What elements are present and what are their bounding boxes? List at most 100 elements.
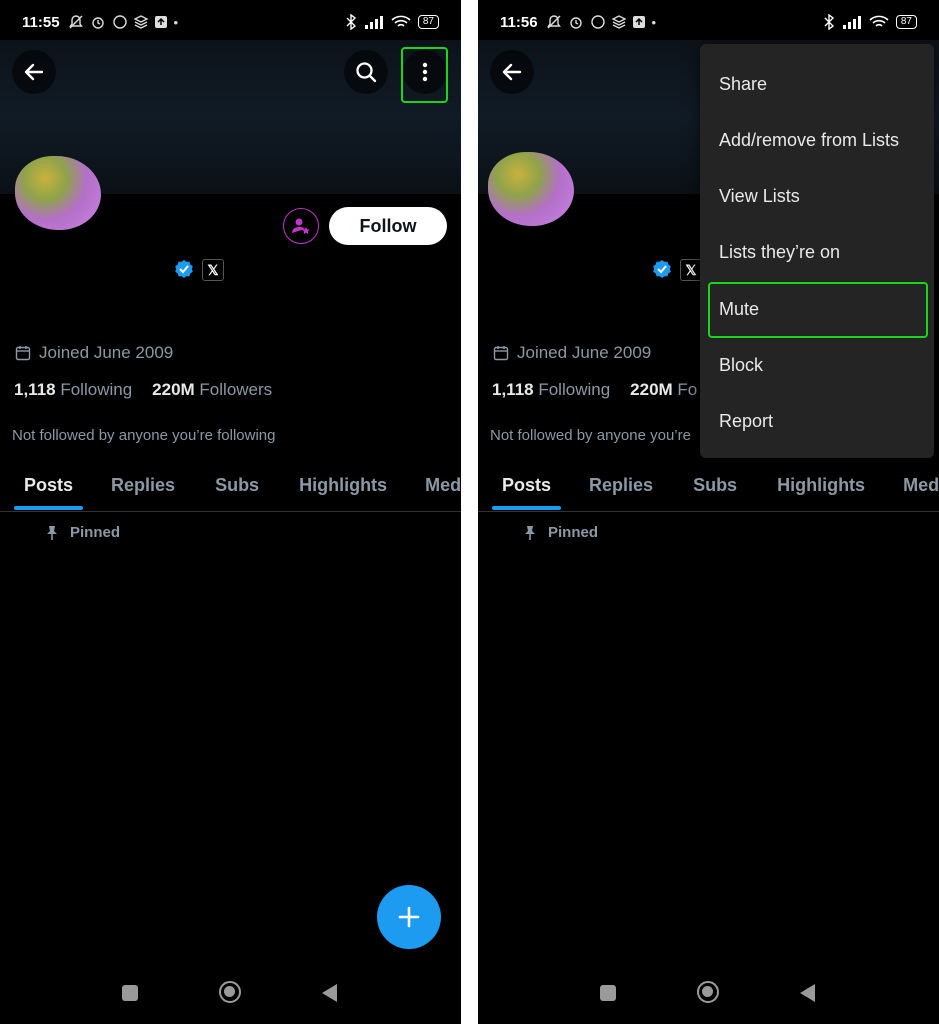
- tab-label: Highlights: [299, 475, 388, 495]
- following-label: Following: [538, 380, 611, 399]
- tab-label: Media: [903, 475, 939, 495]
- subscribe-user-star-icon: [292, 218, 310, 235]
- pinned-text: Pinned: [70, 524, 121, 541]
- tab-subs[interactable]: Subs: [693, 464, 737, 510]
- follow-button[interactable]: Follow: [329, 207, 447, 245]
- followers-label: Fo: [677, 380, 698, 399]
- nav-recents-icon[interactable]: [600, 985, 616, 1001]
- follow-stats: 1,118 Following 220M Fo: [492, 380, 697, 400]
- avatar[interactable]: [488, 152, 574, 226]
- affiliate-x-badge[interactable]: 𝕏: [680, 259, 702, 281]
- tab-media[interactable]: Media: [903, 464, 939, 510]
- not-followed-text: Not followed by anyone you’re following: [12, 427, 276, 444]
- upload-icon: [632, 16, 645, 28]
- nav-recents-icon[interactable]: [122, 985, 138, 1001]
- following-link[interactable]: 1,118 Following: [492, 380, 610, 400]
- back-arrow-icon: [24, 63, 44, 81]
- pinned-label: Pinned: [46, 524, 120, 541]
- tab-label: Replies: [111, 475, 176, 495]
- pinned-text: Pinned: [548, 524, 599, 541]
- back-button[interactable]: [490, 50, 534, 94]
- tab-subs[interactable]: Subs: [215, 464, 259, 510]
- whatsapp-icon: [590, 15, 605, 29]
- status-bar: 11:55 • 87: [0, 0, 461, 44]
- dot-icon: •: [651, 14, 657, 30]
- whatsapp-icon: [112, 15, 127, 29]
- tab-media[interactable]: Media: [425, 464, 461, 510]
- not-followed-text: Not followed by anyone you’re: [490, 427, 691, 444]
- android-nav-bar: [0, 978, 461, 1008]
- tab-replies[interactable]: Replies: [111, 464, 175, 510]
- wifi-icon: [869, 15, 889, 27]
- android-nav-bar: [478, 978, 939, 1008]
- tab-label: Highlights: [777, 475, 866, 495]
- dot-icon: •: [173, 14, 179, 30]
- battery-indicator: 87: [417, 15, 439, 29]
- calendar-icon: [15, 346, 31, 361]
- overflow-menu: Share Add/remove from Lists View Lists L…: [700, 44, 934, 458]
- tab-posts[interactable]: Posts: [492, 464, 562, 510]
- verified-badge-icon: [175, 260, 193, 278]
- menu-item-view-lists[interactable]: View Lists: [719, 186, 800, 207]
- avatar[interactable]: [15, 156, 101, 230]
- plus-icon: [398, 906, 420, 928]
- layers-icon: [611, 15, 626, 29]
- menu-item-mute[interactable]: Mute: [719, 299, 759, 320]
- following-link[interactable]: 1,118 Following: [14, 380, 132, 400]
- search-button[interactable]: [344, 50, 388, 94]
- menu-item-add-remove-lists[interactable]: Add/remove from Lists: [719, 130, 899, 151]
- following-label: Following: [60, 380, 133, 399]
- nav-back-icon[interactable]: [800, 984, 815, 1002]
- tabs-divider: [0, 511, 461, 512]
- tab-highlights[interactable]: Highlights: [299, 464, 387, 510]
- joined-date: Joined June 2009: [15, 343, 173, 363]
- following-count: 1,118: [14, 380, 56, 399]
- battery-indicator: 87: [895, 15, 917, 29]
- menu-item-report[interactable]: Report: [719, 411, 773, 432]
- tab-highlights[interactable]: Highlights: [777, 464, 865, 510]
- nav-back-icon[interactable]: [322, 984, 337, 1002]
- tab-label: Subs: [693, 475, 738, 495]
- status-system-icons: 87: [823, 14, 917, 30]
- following-count: 1,118: [492, 380, 534, 399]
- tab-label: Posts: [24, 475, 74, 495]
- left-screen: 11:55 • 87 Follow 𝕏 Joined June 2009 1,1…: [0, 0, 461, 1024]
- pin-icon: [525, 525, 535, 540]
- menu-item-share[interactable]: Share: [719, 74, 767, 95]
- search-icon: [356, 62, 377, 83]
- affiliate-x-badge[interactable]: 𝕏: [202, 259, 224, 281]
- more-options-button[interactable]: [403, 50, 447, 94]
- profile-tabs: Posts Replies Subs Highlights Media: [0, 464, 461, 512]
- bluetooth-icon: [824, 14, 834, 30]
- follow-stats: 1,118 Following 220M Followers: [14, 380, 272, 400]
- followers-label: Followers: [199, 380, 273, 399]
- followers-link[interactable]: 220M Followers: [152, 380, 272, 400]
- status-notification-icons: •: [68, 14, 179, 30]
- layers-icon: [133, 15, 148, 29]
- upload-icon: [154, 16, 167, 28]
- alarm-icon: [91, 17, 104, 29]
- active-tab-indicator: [14, 506, 84, 510]
- menu-item-lists-theyre-on[interactable]: Lists they’re on: [719, 242, 840, 263]
- subscribe-button[interactable]: [283, 208, 319, 244]
- tab-posts[interactable]: Posts: [14, 464, 84, 510]
- tab-label: Media: [425, 475, 461, 495]
- nav-home-icon[interactable]: [219, 981, 241, 1003]
- menu-item-block[interactable]: Block: [719, 355, 763, 376]
- back-button[interactable]: [12, 50, 56, 94]
- pin-icon: [47, 525, 57, 540]
- joined-date: Joined June 2009: [493, 343, 651, 363]
- tab-replies[interactable]: Replies: [589, 464, 653, 510]
- joined-text: Joined June 2009: [517, 343, 652, 362]
- status-bar: 11:56 • 87: [478, 0, 939, 44]
- tab-label: Posts: [502, 475, 552, 495]
- nav-home-icon[interactable]: [697, 981, 719, 1003]
- tab-label: Replies: [589, 475, 654, 495]
- calendar-icon: [493, 346, 509, 361]
- followers-link[interactable]: 220M Fo: [630, 380, 697, 400]
- alarm-icon: [569, 17, 582, 29]
- tabs-divider: [478, 511, 939, 512]
- status-notification-icons: •: [546, 14, 657, 30]
- compose-post-button[interactable]: [377, 885, 441, 949]
- status-system-icons: 87: [345, 14, 439, 30]
